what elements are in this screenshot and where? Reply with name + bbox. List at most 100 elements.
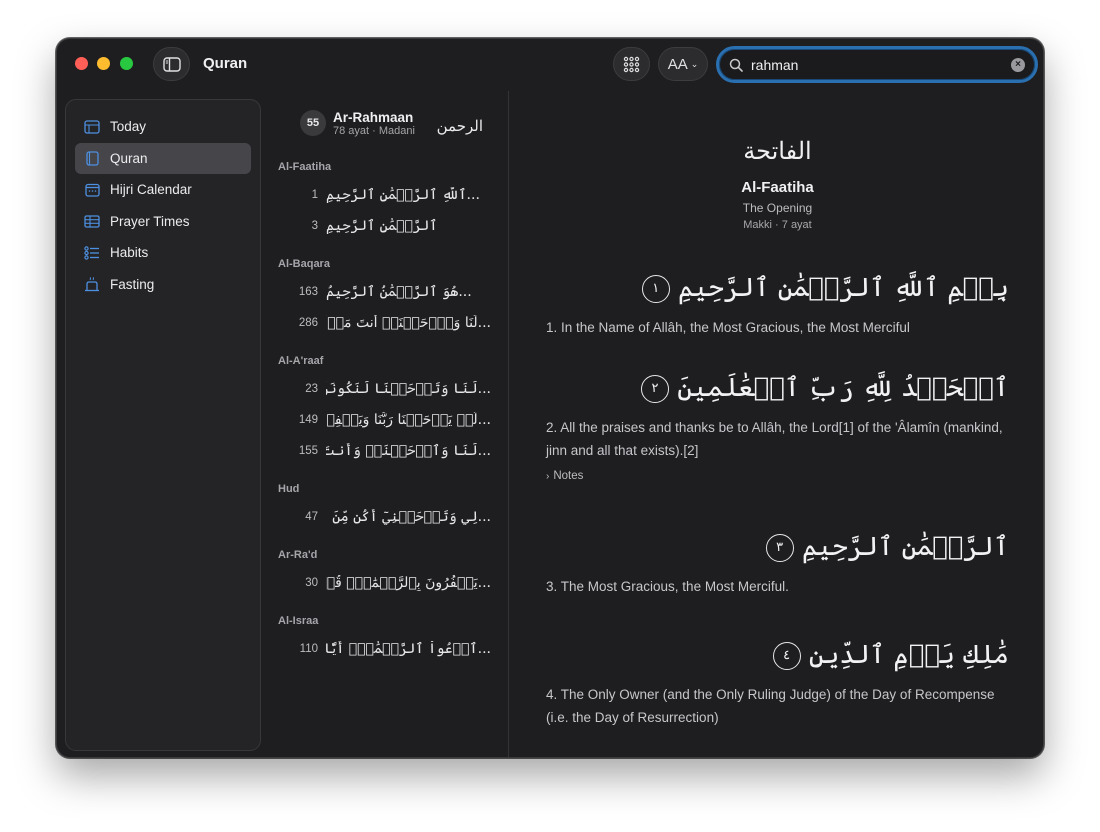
verse-arabic-text: بِسۡمِ ٱللَّهِ ٱلرَّحۡمَٰنِ ٱلرَّحِيمِ: [678, 273, 1009, 303]
ayah-number: 149: [298, 413, 318, 426]
result-group-title: Al-Baqara: [278, 258, 330, 270]
sidebar-item-label: Fasting: [110, 276, 155, 292]
app-window: Quran AA ⌄ ×: [56, 38, 1044, 758]
result-row[interactable]: 23 ...لَنَا وَتَرۡحَمۡنَا لَنَكُونَنَّ مِ…: [278, 373, 508, 404]
ayah-snippet: ...لَنَا وَتَرۡحَمۡنَا لَنَكُونَنَّ مِنَ…: [326, 380, 491, 397]
result-row[interactable]: 149 ...لَّمۡ يَرۡحَمۡنَا رَبُّنَا وَيَغۡف…: [278, 404, 508, 435]
surah-meta: 78 ayat · Madani: [333, 125, 415, 137]
ayah-snippet: ...ٱللَّهِ ٱلرَّحۡمَٰنِ ٱلرَّحِيمِ: [326, 186, 480, 203]
verse-translation: 4. The Only Owner (and the Only Ruling J…: [546, 687, 995, 725]
search-field[interactable]: ×: [716, 46, 1038, 83]
result-row[interactable]: 155 ...لَنَا وَٱرۡحَمۡنَاۖ وَأَنتَ خَيۡرُ…: [278, 435, 508, 466]
result-group-title: Ar-Ra'd: [278, 549, 318, 561]
sidebar-icon: [162, 56, 181, 72]
ayah-number: 30: [305, 576, 318, 589]
verse-arabic: ٱلرَّحۡمَٰنِ ٱلرَّحِيمِ ٣: [546, 528, 1009, 566]
verse[interactable]: ٱلرَّحۡمَٰنِ ٱلرَّحِيمِ ٣ 3. The Most Gr…: [510, 528, 1043, 598]
today-icon: [83, 118, 101, 136]
verse-arabic: ٱلۡحَمۡدُ لِلَّهِ رَبِّ ٱلۡعَٰلَمِينَ ٢: [546, 369, 1009, 407]
ayah-number: 110: [299, 642, 318, 655]
ayah-snippet: ...ٱدۡعُواْ ٱلرَّحۡمَٰنَۖ أَيّٗا مَّا تَ…: [326, 640, 491, 657]
result-group-title: Al-Faatiha: [278, 161, 332, 173]
chevron-right-icon: ›: [546, 471, 550, 482]
result-row[interactable]: 163 ...هُوَ ٱلرَّحۡمَٰنُ ٱلرَّحِيمُ: [278, 276, 508, 307]
verse-arabic-text: ٱلرَّحۡمَٰنِ ٱلرَّحِيمِ: [801, 532, 1009, 562]
surah-title-block: الفاتحة Al-Faatiha The Opening Makki · 7…: [510, 137, 1043, 231]
table-icon: [83, 212, 101, 230]
search-input[interactable]: [751, 56, 1011, 73]
minimize-window-button[interactable]: [97, 57, 110, 70]
search-results-list: 55 Ar-Rahmaan 78 ayat · Madani الرحمن Al…: [269, 91, 509, 757]
checklist-icon: [83, 244, 101, 262]
surah-title: Al-Faatiha: [741, 179, 814, 196]
book-icon: [83, 149, 101, 167]
sidebar-item-today[interactable]: Today: [75, 111, 251, 142]
ayah-snippet: ...لَّمۡ يَرۡحَمۡنَا رَبُّنَا وَيَغۡفِرۡ…: [326, 411, 491, 428]
sidebar-item-prayer-times[interactable]: Prayer Times: [75, 206, 251, 237]
surah-number-badge: 55: [300, 110, 326, 136]
calendar-icon: [83, 181, 101, 199]
ayah-number: 23: [305, 382, 318, 395]
fasting-icon: [83, 275, 101, 293]
surah-arabic-title: الفاتحة: [743, 137, 812, 165]
verse[interactable]: مَٰلِكِ يَوۡمِ ٱلدِّينِ ٤ 4. The Only Ow…: [510, 636, 1043, 729]
grid-view-button[interactable]: [613, 47, 650, 81]
sidebar-item-hijri-calendar[interactable]: Hijri Calendar: [75, 174, 251, 205]
verse-arabic: بِسۡمِ ٱللَّهِ ٱلرَّحۡمَٰنِ ٱلرَّحِيمِ ١: [546, 269, 1009, 307]
ayah-snippet: ...لَنَا وَٱرۡحَمۡنَآۚ أَنتَ مَوۡلَىٰنَا…: [326, 314, 491, 331]
ayah-end-marker: ١: [641, 275, 670, 303]
ayah-end-marker: ٢: [641, 375, 670, 403]
ayah-snippet: ...هُوَ ٱلرَّحۡمَٰنُ ٱلرَّحِيمُ: [326, 283, 472, 300]
sidebar-item-fasting[interactable]: Fasting: [75, 269, 251, 300]
window-title: Quran: [203, 55, 248, 72]
font-size-button[interactable]: AA ⌄: [658, 47, 708, 81]
result-row[interactable]: 1 ...ٱللَّهِ ٱلرَّحۡمَٰنِ ٱلرَّحِيمِ: [278, 179, 508, 210]
surah-subtitle: The Opening: [742, 201, 813, 215]
notes-label: Notes: [553, 470, 584, 482]
sidebar-item-quran[interactable]: Quran: [75, 142, 251, 174]
sidebar-item-label: Prayer Times: [110, 213, 190, 229]
ayah-end-marker: ٤: [772, 642, 801, 670]
ayah-number: 3: [311, 219, 318, 232]
ayah-snippet: ...يَكۡفُرُونَ بِٱلرَّحۡمَٰنِۚ قُلۡ هُوَ…: [326, 574, 491, 591]
ayah-number: 286: [298, 316, 318, 329]
verse-arabic: مَٰلِكِ يَوۡمِ ٱلدِّينِ ٤: [546, 636, 1009, 674]
sidebar-item-habits[interactable]: Habits: [75, 237, 251, 268]
verse[interactable]: بِسۡمِ ٱللَّهِ ٱلرَّحۡمَٰنِ ٱلرَّحِيمِ ١…: [510, 269, 1043, 339]
verse[interactable]: ٱلۡحَمۡدُ لِلَّهِ رَبِّ ٱلۡعَٰلَمِينَ ٢ …: [510, 369, 1043, 482]
notes-disclosure[interactable]: › Notes: [546, 470, 1009, 482]
zoom-window-button[interactable]: [120, 57, 133, 70]
toolbar: Quran AA ⌄ ×: [57, 39, 1043, 91]
result-group-title: Al-Israa: [278, 615, 319, 627]
verse-translation: 1. In the Name of Allâh, the Most Gracio…: [546, 320, 910, 335]
sidebar-item-label: Habits: [110, 245, 149, 261]
result-group-title: Al-A'raaf: [278, 355, 324, 367]
result-row[interactable]: 47 ...لِي وَتَرۡحَمۡنِيٓ أَكُن مِّنَ ٱلۡخ…: [278, 501, 508, 532]
result-row[interactable]: 110 ...ٱدۡعُواْ ٱلرَّحۡمَٰنَۖ أَيّٗا مَّا…: [278, 633, 508, 664]
surah-arabic-name: الرحمن: [436, 117, 483, 135]
result-row[interactable]: 30 ...يَكۡفُرُونَ بِٱلرَّحۡمَٰنِۚ قُلۡ هُ…: [278, 567, 508, 598]
grid-icon: [623, 56, 640, 72]
sidebar-item-label: Hijri Calendar: [110, 182, 192, 198]
result-row[interactable]: 3 ٱلرَّحۡمَٰنِ ٱلرَّحِيمِ: [278, 210, 508, 241]
surah-meta: Makki · 7 ayat: [743, 219, 812, 231]
ayah-number: 163: [298, 285, 318, 298]
verse-arabic-text: ٱلۡحَمۡدُ لِلَّهِ رَبِّ ٱلۡعَٰلَمِينَ: [677, 373, 1009, 403]
ayah-number: 155: [298, 444, 318, 457]
close-window-button[interactable]: [75, 57, 88, 70]
search-icon: [729, 58, 743, 72]
ayah-snippet: ٱلرَّحۡمَٰنِ ٱلرَّحِيمِ: [326, 217, 438, 234]
reading-pane: الفاتحة Al-Faatiha The Opening Makki · 7…: [510, 91, 1043, 757]
result-group-title: Hud: [278, 483, 300, 495]
sidebar-item-label: Quran: [110, 150, 148, 166]
sidebar: Today Quran Hijri Calendar Prayer Times …: [65, 99, 261, 751]
ayah-snippet: ...لِي وَتَرۡحَمۡنِيٓ أَكُن مِّنَ ٱلۡخَٰ…: [326, 508, 491, 525]
font-size-label: AA: [667, 55, 688, 73]
chevron-down-icon: ⌄: [690, 58, 699, 69]
result-row[interactable]: 286 ...لَنَا وَٱرۡحَمۡنَآۚ أَنتَ مَوۡلَىٰ…: [278, 307, 508, 338]
sidebar-toggle-button[interactable]: [153, 47, 190, 81]
verse-arabic-text: مَٰلِكِ يَوۡمِ ٱلدِّينِ: [808, 640, 1009, 670]
ayah-number: 1: [311, 188, 318, 201]
surah-result-header[interactable]: 55 Ar-Rahmaan 78 ayat · Madani الرحمن: [278, 91, 508, 149]
clear-search-icon[interactable]: ×: [1011, 57, 1025, 72]
